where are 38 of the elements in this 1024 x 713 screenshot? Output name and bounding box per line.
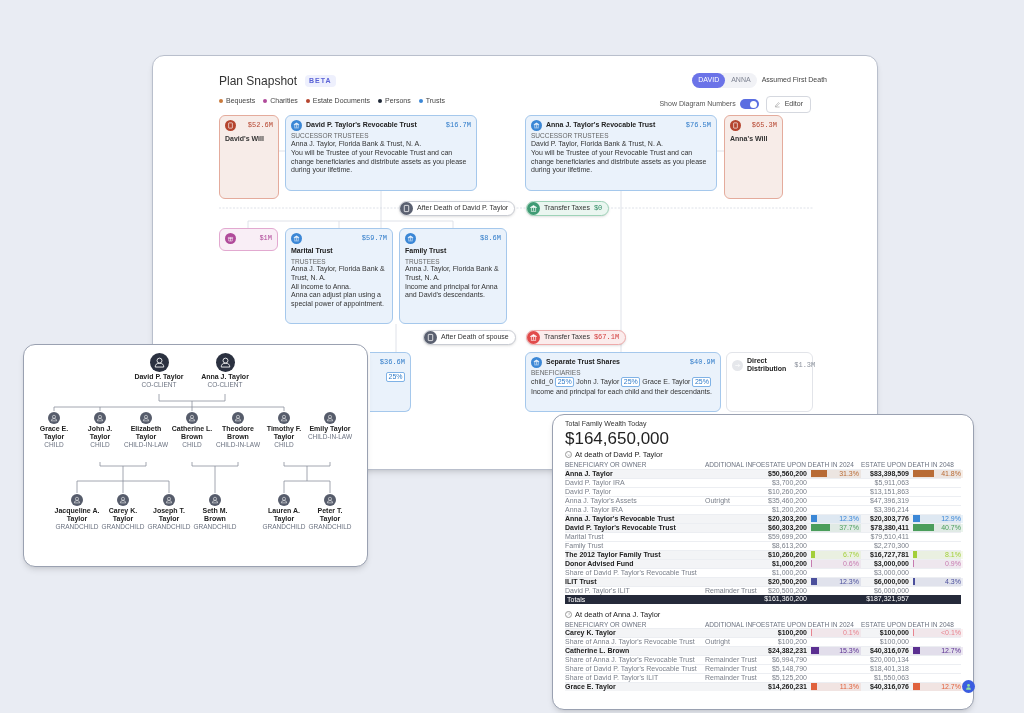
- person-icon: [278, 412, 290, 424]
- bank-icon: [291, 233, 302, 244]
- person-icon: [163, 494, 175, 506]
- chevron-icon: [566, 612, 571, 617]
- person-icon: [117, 494, 129, 506]
- connector-line: [191, 461, 239, 494]
- bank-icon: [405, 233, 416, 244]
- expand-toggle[interactable]: [565, 451, 572, 459]
- bank-icon: [531, 120, 542, 131]
- person-icon: [48, 412, 60, 424]
- person-icon: [965, 683, 972, 690]
- document-icon: [225, 120, 236, 131]
- person-icon: [149, 353, 169, 372]
- gift-icon: [225, 233, 236, 244]
- connector-line: [283, 461, 331, 494]
- person-icon: [324, 412, 336, 424]
- person-icon: [186, 412, 198, 424]
- trust-card[interactable]: [525, 115, 717, 191]
- page-title: Plan Snapshot: [219, 73, 298, 90]
- bank-icon: [531, 357, 542, 368]
- person-icon: [94, 412, 106, 424]
- trust-card[interactable]: [285, 115, 477, 191]
- person-icon: [324, 494, 336, 506]
- total-wealth: $164,650,000: [565, 429, 670, 449]
- expand-toggle[interactable]: [565, 610, 572, 618]
- person-icon: [140, 412, 152, 424]
- person-icon: [278, 494, 290, 506]
- bank-icon: [527, 202, 540, 215]
- bank-icon: [527, 331, 540, 344]
- bank-icon: [291, 120, 302, 131]
- person-icon: [71, 494, 83, 506]
- chevron-icon: [566, 452, 571, 457]
- person-icon: [232, 412, 244, 424]
- numbers-switch[interactable]: [739, 99, 759, 110]
- document-icon: [730, 120, 741, 131]
- person-icon: [209, 494, 221, 506]
- pencil-icon: [773, 100, 781, 108]
- person-icon: [215, 353, 235, 372]
